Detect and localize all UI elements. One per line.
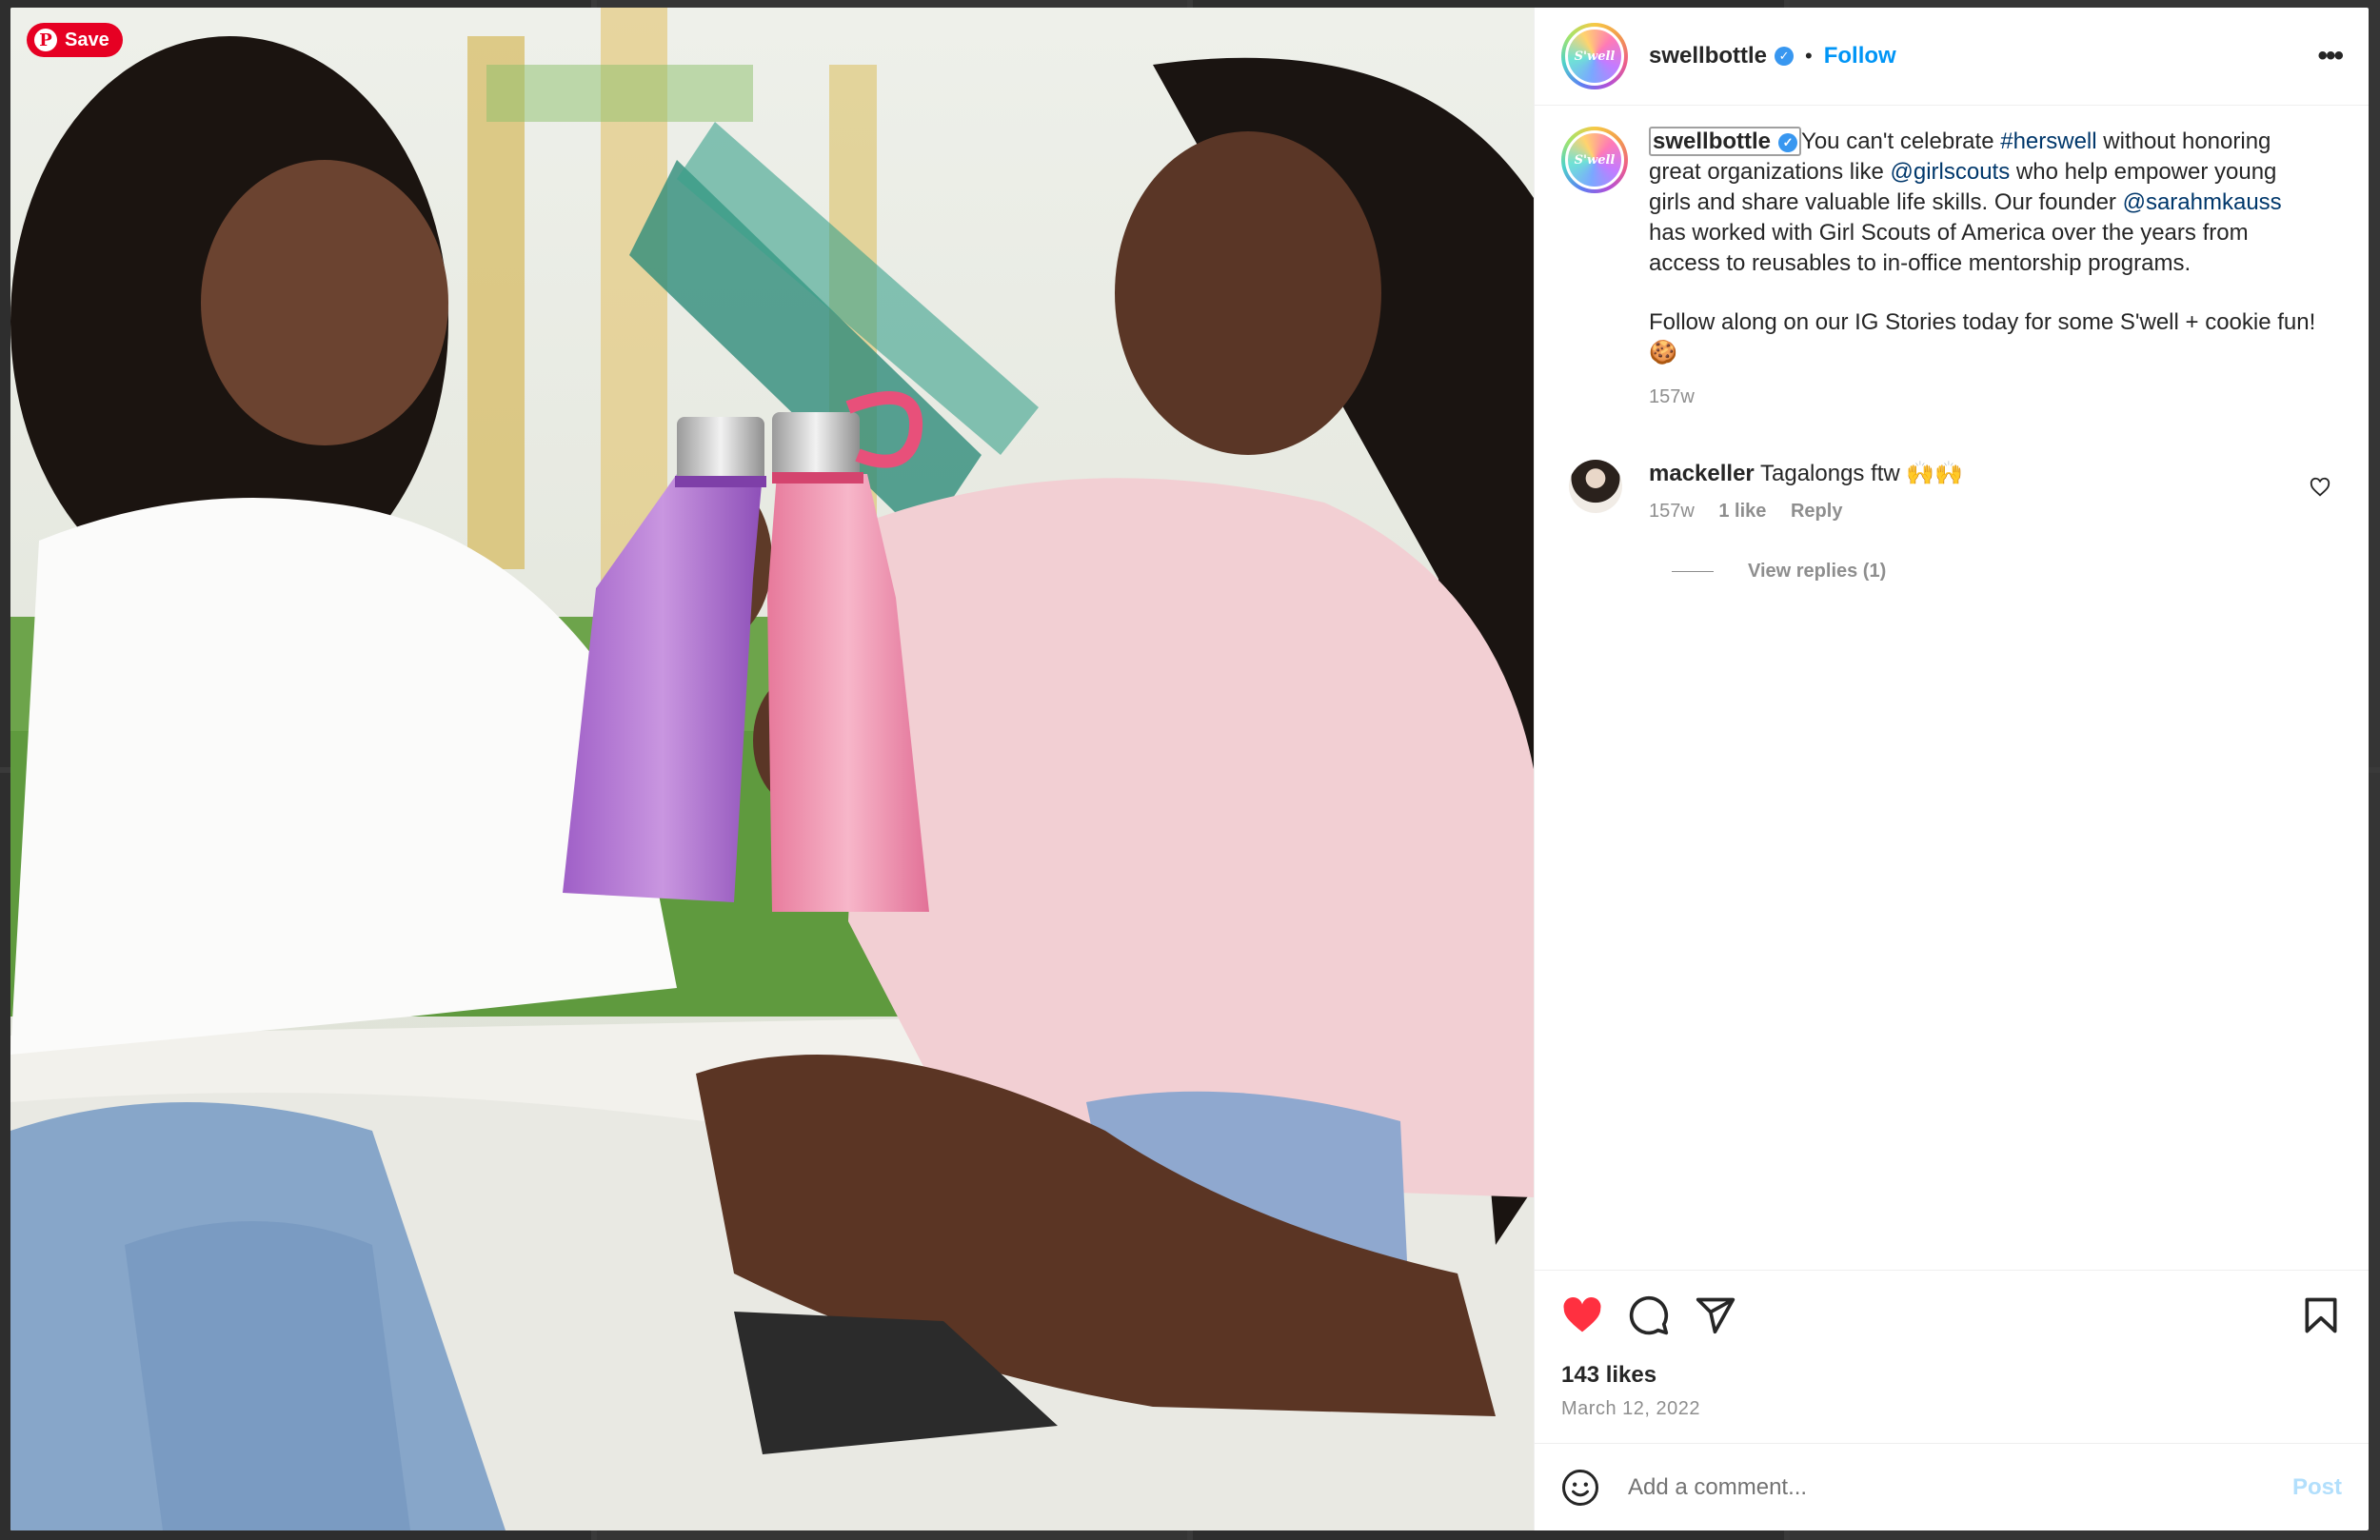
- reply-button[interactable]: Reply: [1791, 501, 1842, 522]
- mention-link-sarahmkauss[interactable]: @sarahmkauss: [2123, 189, 2282, 215]
- share-icon[interactable]: [1695, 1294, 1736, 1336]
- commenter-username[interactable]: mackeller: [1649, 461, 1755, 486]
- bookmark-icon[interactable]: [2300, 1294, 2342, 1336]
- view-replies-button[interactable]: View replies (1): [1672, 561, 2342, 582]
- caption-username[interactable]: swellbottle ✓: [1649, 127, 1802, 156]
- more-icon[interactable]: •••: [2317, 40, 2343, 72]
- caption-text-1: You can't celebrate: [1801, 128, 2001, 154]
- post-comment-button[interactable]: Post: [2292, 1474, 2342, 1501]
- caption-avatar[interactable]: S'well: [1561, 127, 1628, 193]
- commenter-avatar[interactable]: [1569, 460, 1622, 513]
- follow-button[interactable]: Follow: [1824, 43, 1896, 69]
- view-replies-label: View replies (1): [1748, 561, 1887, 582]
- author-username[interactable]: swellbottle: [1649, 43, 1767, 69]
- post-actions-section: 143 likes March 12, 2022: [1535, 1270, 2369, 1420]
- emoji-icon[interactable]: [1561, 1469, 1599, 1507]
- caption-body: swellbottle ✓ You can't celebrate #herswel…: [1649, 127, 2325, 412]
- photo-illustration: [10, 8, 1534, 1530]
- caption-text-4: has worked with Girl Scouts of America o…: [1649, 220, 2249, 276]
- heart-icon[interactable]: [1561, 1294, 1603, 1336]
- caption-username-text: swellbottle: [1653, 128, 1772, 154]
- comment-icon[interactable]: [1628, 1294, 1670, 1336]
- caption: S'well swellbottle ✓ You can't celebrate #…: [1561, 127, 2342, 412]
- comments-area[interactable]: S'well swellbottle ✓ You can't celebrate #…: [1535, 106, 2369, 1270]
- comment-age: 157w: [1649, 501, 1695, 522]
- caption-age: 157w: [1649, 386, 1695, 407]
- pinterest-save-label: Save: [65, 29, 109, 50]
- post-modal: P Save S'well swellbottle ✓ • Follow •••…: [10, 8, 2369, 1530]
- replies-line: [1672, 571, 1714, 572]
- author-avatar[interactable]: S'well: [1561, 23, 1628, 89]
- post-sidebar: S'well swellbottle ✓ • Follow ••• S'well…: [1534, 8, 2369, 1530]
- mention-link-girlscouts[interactable]: @girlscouts: [1890, 159, 2010, 185]
- comment-likes[interactable]: 1 like: [1718, 501, 1766, 522]
- action-bar: [1561, 1292, 2342, 1339]
- comment-input[interactable]: [1626, 1472, 2292, 1502]
- pinterest-save-button[interactable]: P Save: [27, 23, 123, 57]
- post-date[interactable]: March 12, 2022: [1561, 1398, 2342, 1420]
- comment-meta: 157w 1 like Reply: [1649, 501, 1963, 523]
- verified-icon: ✓: [1775, 47, 1795, 66]
- comment-text: Tagalongs ftw 🙌🙌: [1760, 461, 1964, 486]
- comment-body: mackeller Tagalongs ftw 🙌🙌 157w 1 like R…: [1649, 460, 1963, 523]
- hashtag-link[interactable]: #herswell: [2000, 128, 2096, 154]
- post-header: S'well swellbottle ✓ • Follow •••: [1535, 8, 2369, 106]
- caption-verified-icon: ✓: [1778, 132, 1798, 152]
- caption-avatar-logo: S'well: [1565, 130, 1624, 189]
- comment-like-icon[interactable]: [2310, 477, 2330, 498]
- likes-count[interactable]: 143 likes: [1561, 1362, 2342, 1389]
- avatar-logo: S'well: [1565, 27, 1624, 86]
- pinterest-icon: P: [34, 29, 57, 51]
- comment-item: mackeller Tagalongs ftw 🙌🙌 157w 1 like R…: [1561, 460, 2342, 523]
- separator-dot: •: [1805, 44, 1813, 68]
- post-photo[interactable]: P Save: [10, 8, 1534, 1530]
- caption-paragraph-2: Follow along on our IG Stories today for…: [1649, 309, 2316, 365]
- comment-composer: Post: [1535, 1443, 2369, 1530]
